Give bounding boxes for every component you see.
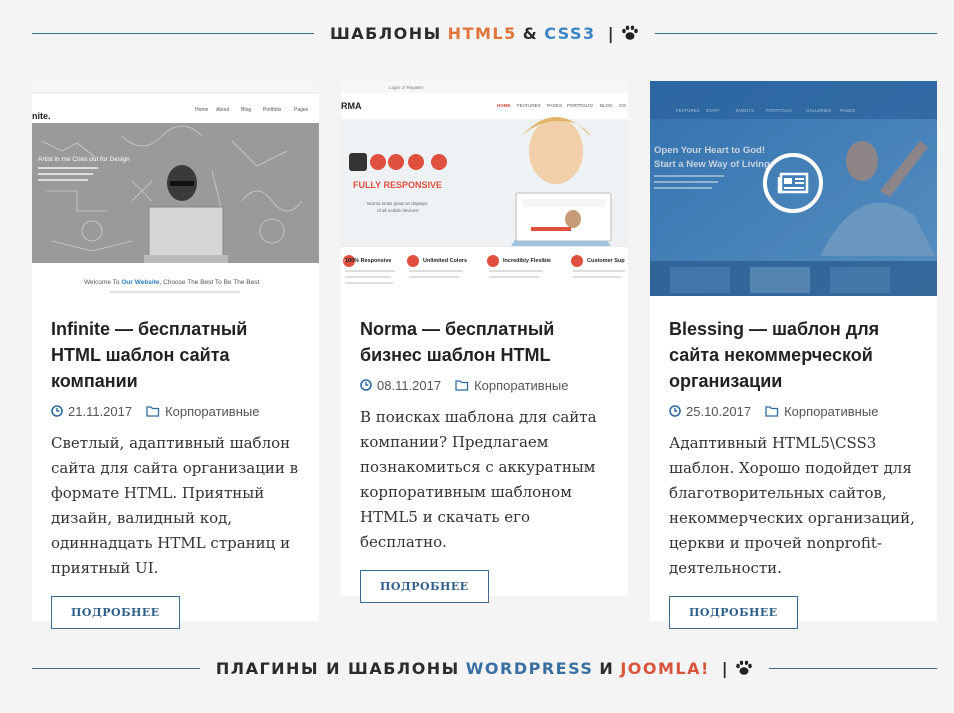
card-meta: 21.11.2017 Корпоративные [51,402,300,420]
card-title-link[interactable]: Blessing — шаблон для сайта некоммерческ… [669,316,918,394]
svg-text:FULLY RESPONSIVE: FULLY RESPONSIVE [353,180,442,190]
svg-text:HOME: HOME [497,103,511,108]
template-card-infinite: nite. Home About Blog Portfolio Pages Ar… [32,81,319,629]
svg-text:Unlimited Colors: Unlimited Colors [423,258,467,264]
card-thumbnail[interactable]: FEATURES STAFF EVENTS PORTFOLIO GALLERIE… [650,81,937,296]
thumbnail-blessing-image[interactable]: FEATURES STAFF EVENTS PORTFOLIO GALLERIE… [650,81,937,296]
mini-logo: nite. [32,111,51,121]
title-separator: | [721,658,730,678]
svg-text:Pages: Pages [294,107,309,113]
more-button[interactable]: ПОДРОБНЕЕ [360,570,489,603]
section-heading-wordpress-joomla: ПЛАГИНЫ И ШАБЛОНЫ WORDPRESS И JOOMLA! | [0,653,954,683]
svg-text:Home: Home [195,107,209,113]
post-date: 08.11.2017 [377,377,442,393]
title-part-css3[interactable]: CSS3 [544,24,596,43]
svg-text:100% Responsive: 100% Responsive [345,258,391,264]
clock-icon [360,379,372,391]
svg-text:Norma looks great on displays: Norma looks great on displays [367,201,428,206]
svg-text:Incredibly Flexible: Incredibly Flexible [503,258,551,264]
title-part-plugins: ПЛАГИНЫ И ШАБЛОНЫ [215,658,460,678]
more-button[interactable]: ПОДРОБНЕЕ [669,596,798,629]
svg-text:Blog: Blog [241,107,251,113]
section-heading-html-templates: ШАБЛОНЫ HTML5 & CSS3 | [0,18,954,48]
post-date: 21.11.2017 [68,403,133,419]
card-description: Адаптивный HTML5\CSS3 шаблон. Хорошо под… [669,434,915,577]
title-part-and: И [599,658,615,678]
folder-icon [455,380,469,391]
category[interactable]: Корпоративные [455,378,568,393]
category-label[interactable]: Корпоративные [474,378,568,393]
divider-left [32,32,314,34]
category[interactable]: Корпоративные [146,404,259,419]
title-part-joomla[interactable]: JOOMLA! [620,659,709,678]
card-meta: 08.11.2017 Корпоративные [360,376,609,394]
svg-text:RMA: RMA [341,101,362,111]
divider-right [655,32,937,34]
clock-icon [669,405,681,417]
svg-text:PAGES: PAGES [547,103,562,108]
svg-text:FEATURES: FEATURES [517,103,541,108]
svg-text:BLOG: BLOG [600,103,613,108]
template-card-blessing: FEATURES STAFF EVENTS PORTFOLIO GALLERIE… [650,81,937,629]
thumbnail-norma-image[interactable]: Login or Register RMA HOME FEATURES PAGE… [341,81,628,296]
title-part-templates: ШАБЛОНЫ [329,23,442,43]
template-card-norma: Login or Register RMA HOME FEATURES PAGE… [341,81,628,603]
svg-text:Welcome To Our Website, Choose: Welcome To Our Website, Choose The Best … [84,279,259,286]
clock-icon [51,405,63,417]
thumbnail-infinite-image[interactable]: nite. Home About Blog Portfolio Pages Ar… [32,81,319,296]
category[interactable]: Корпоративные [765,404,878,419]
divider-left [32,667,200,669]
title-part-wordpress[interactable]: WORDPRESS [466,659,594,678]
svg-text:Customer Sup: Customer Sup [587,258,625,264]
svg-text:PORTFOLIO: PORTFOLIO [567,103,593,108]
card-title-link[interactable]: Infinite — бесплатный HTML шаблон сайта … [51,316,300,394]
svg-text:of all mobile devices!: of all mobile devices! [377,208,419,213]
card-description: В поисках шаблона для сайта компании? Пр… [360,408,597,551]
post-date: 25.10.2017 [686,403,752,419]
card-meta: 25.10.2017 Корпоративные [669,402,918,420]
section-title: ПЛАГИНЫ И ШАБЛОНЫ WORDPRESS И JOOMLA! | [200,659,769,678]
title-part-html5[interactable]: HTML5 [448,24,517,43]
paw-icon [736,660,752,675]
category-label[interactable]: Корпоративные [165,404,259,419]
folder-icon [765,406,779,417]
title-part-ampersand: & [522,23,539,43]
svg-text:CO: CO [619,103,626,108]
card-thumbnail[interactable]: Login or Register RMA HOME FEATURES PAGE… [341,81,628,296]
title-separator: | [607,23,616,43]
more-button[interactable]: ПОДРОБНЕЕ [51,596,180,629]
card-description: Светлый, адаптивный шаблон сайта для сай… [51,434,299,577]
card-thumbnail[interactable]: nite. Home About Blog Portfolio Pages Ar… [32,81,319,296]
paw-icon [622,25,638,40]
section-title: ШАБЛОНЫ HTML5 & CSS3 | [314,24,655,43]
category-label[interactable]: Корпоративные [784,404,878,419]
svg-text:Portfolio: Portfolio [263,107,282,113]
folder-icon [146,406,160,417]
svg-text:About: About [216,107,230,113]
svg-text:Login or Register: Login or Register [389,85,424,90]
card-title-link[interactable]: Norma — бесплатный бизнес шаблон HTML [360,316,609,368]
divider-right [769,667,938,669]
svg-text:Artist in me Cries out for Des: Artist in me Cries out for Design [38,156,130,163]
